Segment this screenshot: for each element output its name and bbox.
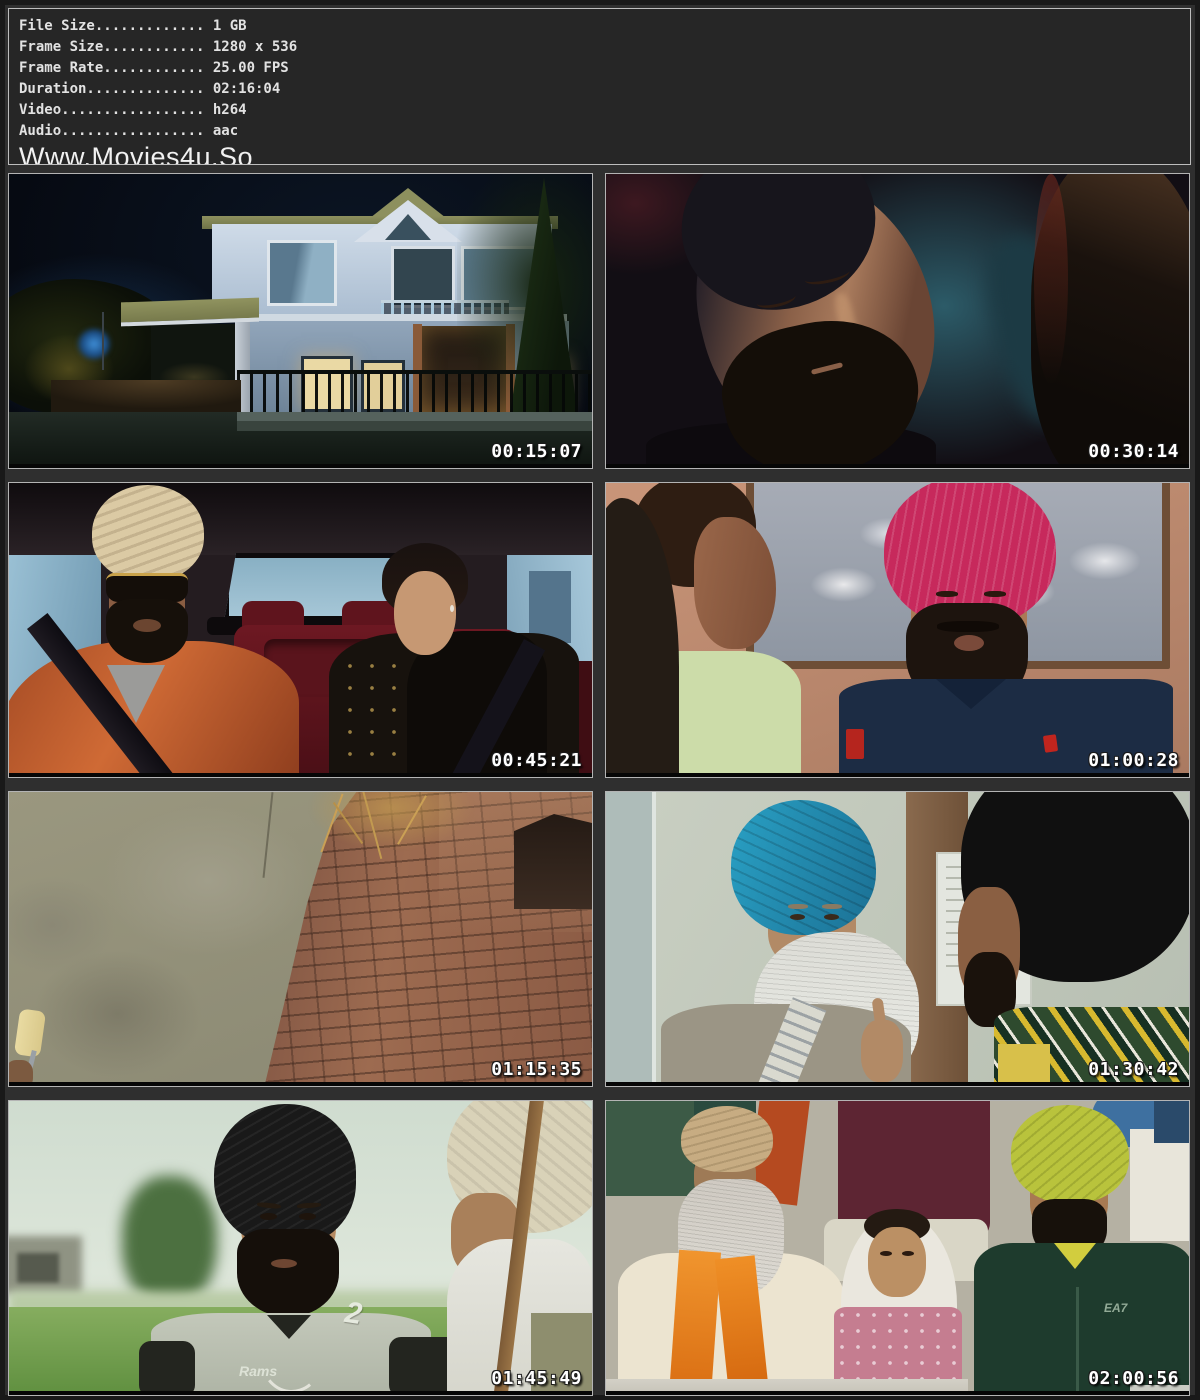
sleeve-number-patch (846, 729, 864, 759)
screenshot-car-interior: 00:45:21 (8, 482, 593, 778)
cream-turban (92, 485, 204, 581)
website-name: Www.Movies4u.So (19, 143, 1190, 165)
red-polo-logo (1043, 734, 1058, 753)
dark-window-opening (514, 814, 593, 909)
info-line-file-size: File Size............. 1 GB (19, 16, 1190, 37)
eye (936, 591, 958, 597)
tan-turban (681, 1106, 773, 1172)
info-line-audio: Audio................. aac (19, 121, 1190, 142)
lamp-pole (102, 312, 104, 370)
screenshot-house-night: 00:15:07 (8, 173, 593, 469)
girl-eye (880, 1251, 892, 1256)
screenshot-pink-turban: 01:00:28 (605, 482, 1190, 778)
curb (237, 412, 593, 421)
chartreuse-turban (1011, 1105, 1129, 1203)
black-turban (214, 1104, 356, 1246)
eye (984, 591, 1006, 597)
balcony-door (391, 246, 455, 308)
yellow-tshirt (998, 1044, 1050, 1087)
letterbox-bar (9, 1391, 593, 1395)
gable-vent (385, 214, 431, 240)
white-clothes-behind (1130, 1129, 1190, 1241)
screenshot-field-black-turban: 2 Rams 01:45:49 (8, 1100, 593, 1396)
eye (260, 1213, 277, 1220)
girl-eye (902, 1251, 914, 1256)
letterbox-bar (606, 773, 1190, 777)
timestamp-overlay: 00:45:21 (491, 750, 582, 771)
open-mouth (954, 635, 984, 651)
letterbox-bar (9, 773, 593, 777)
upper-window (267, 240, 337, 306)
letterbox-bar (606, 464, 1190, 468)
timestamp-overlay: 00:15:07 (491, 441, 582, 462)
timestamp-overlay: 01:15:35 (491, 1059, 582, 1080)
silhouette-rim-light (1034, 174, 1068, 384)
driveway (51, 380, 241, 416)
screenshots-grid: 00:15:07 00:30:14 (8, 173, 1190, 1396)
girl-face (868, 1227, 926, 1297)
jacket-zipper (1076, 1287, 1079, 1396)
eye (790, 914, 805, 920)
black-beard (237, 1229, 339, 1317)
timestamp-overlay: 01:30:42 (1088, 1059, 1179, 1080)
timestamp-overlay: 00:30:14 (1088, 441, 1179, 462)
iron-fence (237, 370, 593, 418)
navy-jacket-behind (1154, 1101, 1190, 1143)
letterbox-bar (606, 1391, 1190, 1395)
sunglasses (106, 573, 188, 602)
dark-sleeve (139, 1341, 195, 1396)
jersey-brand-text: Rams (239, 1363, 277, 1379)
sidewalk (237, 421, 593, 431)
jacket-logo-text: EA7 (1104, 1301, 1127, 1315)
eye (299, 1213, 316, 1220)
dried-plant (299, 791, 484, 858)
screenshot-face-closeup: 00:30:14 (605, 173, 1190, 469)
timestamp-overlay: 01:45:49 (491, 1368, 582, 1389)
building-through-window (529, 571, 571, 643)
letterbox-bar (9, 464, 593, 468)
blurred-tree (122, 1176, 217, 1306)
info-line-duration: Duration.............. 02:16:04 (19, 79, 1190, 100)
earring (450, 605, 454, 612)
letterbox-bar (9, 1082, 593, 1086)
eyebrow (822, 904, 842, 909)
eye (824, 914, 839, 920)
driver-mouth (133, 619, 161, 632)
timestamp-overlay: 01:00:28 (1088, 750, 1179, 771)
mustache (937, 621, 999, 632)
eyebrow (788, 904, 808, 909)
timestamp-overlay: 02:00:56 (1088, 1368, 1179, 1389)
screenshot-family-seated: EA7 02:00:56 (605, 1100, 1190, 1396)
screenshot-preview-page: File Size............. 1 GB Frame Size..… (0, 0, 1200, 1400)
info-line-frame-rate: Frame Rate............ 25.00 FPS (19, 58, 1190, 79)
screenshot-brick-wall: 01:15:35 (8, 791, 593, 1087)
screenshot-elder-blue-turban: 01:30:42 (605, 791, 1190, 1087)
letterbox-bar (606, 1082, 1190, 1086)
media-info-panel: File Size............. 1 GB Frame Size..… (8, 8, 1191, 165)
shed-opening (17, 1253, 59, 1283)
mouth (271, 1259, 297, 1268)
blue-streetlight-glow (71, 322, 117, 366)
woman-face-shade (398, 579, 452, 653)
info-line-frame-size: Frame Size............ 1280 x 536 (19, 37, 1190, 58)
info-line-video: Video................. h264 (19, 100, 1190, 121)
glass-panel (606, 792, 656, 1087)
